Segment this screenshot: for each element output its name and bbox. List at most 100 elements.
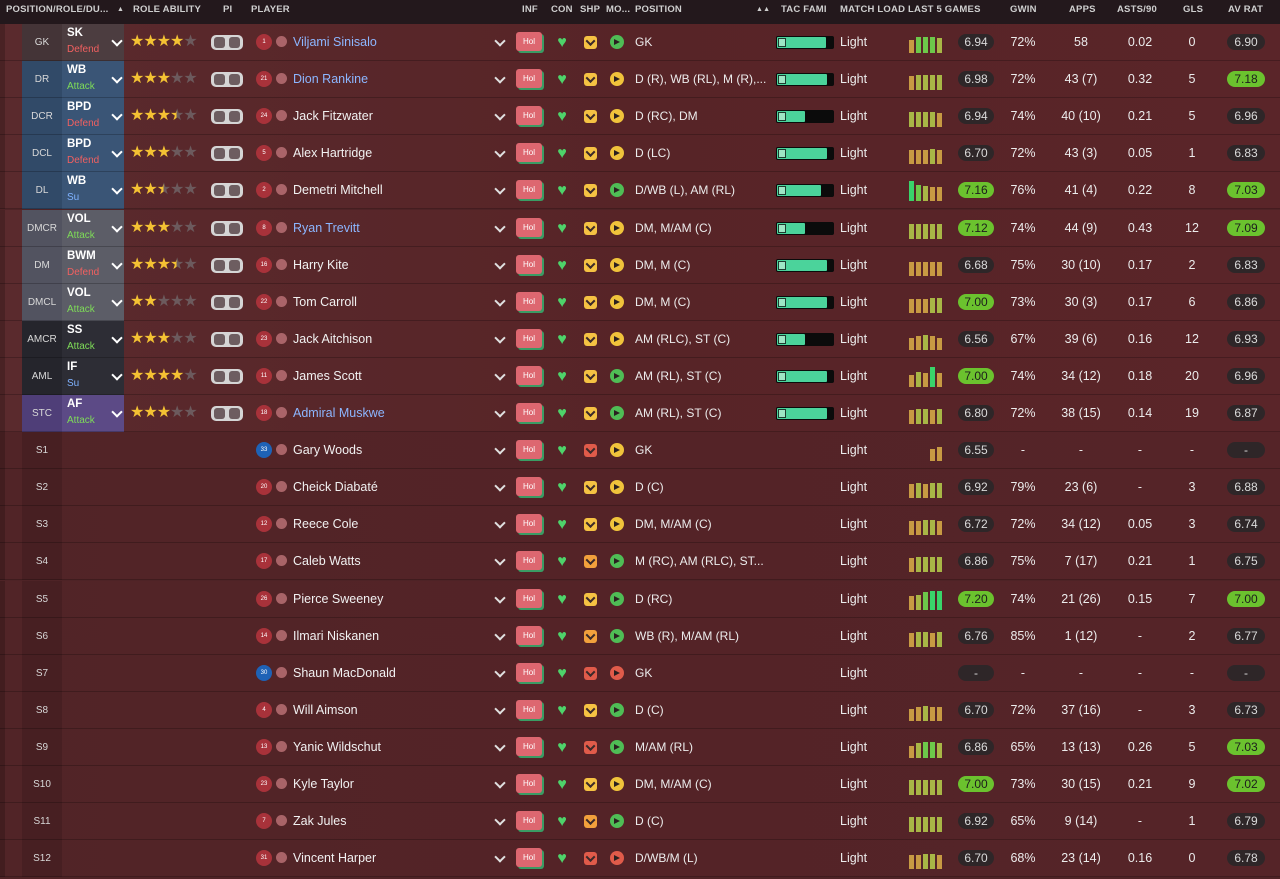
player-instructions-button[interactable] bbox=[211, 183, 243, 198]
player-name-link[interactable]: Caleb Watts bbox=[293, 554, 361, 568]
col-shp[interactable]: SHP bbox=[580, 0, 600, 24]
player-instructions-button[interactable] bbox=[211, 221, 243, 236]
influence-badge[interactable]: Hol bbox=[516, 774, 542, 793]
table-row[interactable]: DL WB Su ★★★★★ 2 Demetri Mitchell Hol ♥ D/WB (L)… bbox=[0, 172, 1280, 209]
position-cell[interactable]: S4 bbox=[22, 543, 62, 580]
player-name-link[interactable]: Tom Carroll bbox=[293, 295, 357, 309]
col-match-load[interactable]: MATCH LOAD bbox=[840, 0, 905, 24]
player-name-link[interactable]: Yanic Wildschut bbox=[293, 740, 381, 754]
col-player[interactable]: PLAYER bbox=[251, 0, 290, 24]
chevron-down-icon[interactable] bbox=[494, 35, 506, 47]
chevron-down-icon[interactable] bbox=[111, 258, 123, 270]
col-gls[interactable]: GLS bbox=[1183, 0, 1203, 24]
chevron-down-icon[interactable] bbox=[494, 592, 506, 604]
player-name-link[interactable]: Kyle Taylor bbox=[293, 777, 354, 791]
chevron-down-icon[interactable] bbox=[494, 480, 506, 492]
position-cell[interactable]: DMCL bbox=[22, 284, 62, 321]
influence-badge[interactable]: Hol bbox=[516, 32, 542, 51]
col-gwin[interactable]: GWIN bbox=[1010, 0, 1037, 24]
col-position[interactable]: POSITION bbox=[635, 0, 682, 24]
chevron-down-icon[interactable] bbox=[494, 72, 506, 84]
table-row[interactable]: AMCR SS Attack ★★★★★ 23 Jack Aitchison Hol ♥ AM … bbox=[0, 321, 1280, 358]
position-cell[interactable]: GK bbox=[22, 24, 62, 61]
col-inf[interactable]: INF bbox=[522, 0, 538, 24]
table-row[interactable]: S4 17 Caleb Watts Hol ♥ M (RC), AM (RLC), ST.… bbox=[0, 543, 1280, 580]
chevron-down-icon[interactable] bbox=[494, 146, 506, 158]
table-row[interactable]: S9 13 Yanic Wildschut Hol ♥ M/AM (RL) Light 6.8… bbox=[0, 729, 1280, 766]
player-instructions-button[interactable] bbox=[211, 35, 243, 50]
chevron-down-icon[interactable] bbox=[111, 369, 123, 381]
role-duty-selector[interactable]: VOL Attack bbox=[62, 210, 124, 247]
table-row[interactable]: DM BWM Defend ★★★★★ 16 Harry Kite Hol ♥ DM, M (C… bbox=[0, 247, 1280, 284]
influence-badge[interactable]: Hol bbox=[516, 477, 542, 496]
chevron-down-icon[interactable] bbox=[494, 777, 506, 789]
position-cell[interactable]: S11 bbox=[22, 803, 62, 840]
chevron-down-icon[interactable] bbox=[494, 443, 506, 455]
table-row[interactable]: S1 33 Gary Woods Hol ♥ GK Light 6.55 - - - - - bbox=[0, 432, 1280, 469]
player-instructions-button[interactable] bbox=[211, 332, 243, 347]
influence-badge[interactable]: Hol bbox=[516, 403, 542, 422]
influence-badge[interactable]: Hol bbox=[516, 255, 542, 274]
position-cell[interactable]: S10 bbox=[22, 766, 62, 803]
table-row[interactable]: STC AF Attack ★★★★★ 18 Admiral Muskwe Hol ♥ AM (… bbox=[0, 395, 1280, 432]
position-cell[interactable]: STC bbox=[22, 395, 62, 432]
chevron-down-icon[interactable] bbox=[111, 406, 123, 418]
player-name-link[interactable]: Ryan Trevitt bbox=[293, 221, 360, 235]
player-name-link[interactable]: Harry Kite bbox=[293, 258, 349, 272]
chevron-down-icon[interactable] bbox=[494, 258, 506, 270]
chevron-down-icon[interactable] bbox=[111, 35, 123, 47]
chevron-down-icon[interactable] bbox=[494, 740, 506, 752]
table-row[interactable]: S3 12 Reece Cole Hol ♥ DM, M/AM (C) Light 6.72 7… bbox=[0, 506, 1280, 543]
role-duty-selector[interactable]: WB Attack bbox=[62, 61, 124, 98]
player-name-link[interactable]: Alex Hartridge bbox=[293, 146, 372, 160]
role-duty-selector[interactable]: WB Su bbox=[62, 172, 124, 209]
chevron-down-icon[interactable] bbox=[111, 109, 123, 121]
position-cell[interactable]: S12 bbox=[22, 840, 62, 877]
position-cell[interactable]: S3 bbox=[22, 506, 62, 543]
player-name-link[interactable]: Jack Aitchison bbox=[293, 332, 372, 346]
table-row[interactable]: S5 26 Pierce Sweeney Hol ♥ D (RC) Light 7.20 74%… bbox=[0, 581, 1280, 618]
player-instructions-button[interactable] bbox=[211, 109, 243, 124]
player-instructions-button[interactable] bbox=[211, 258, 243, 273]
player-name-link[interactable]: Gary Woods bbox=[293, 443, 362, 457]
position-cell[interactable]: S6 bbox=[22, 618, 62, 655]
role-duty-selector[interactable]: BPD Defend bbox=[62, 135, 124, 172]
influence-badge[interactable]: Hol bbox=[516, 514, 542, 533]
player-name-link[interactable]: Jack Fitzwater bbox=[293, 109, 373, 123]
influence-badge[interactable]: Hol bbox=[516, 551, 542, 570]
col-apps[interactable]: APPS bbox=[1069, 0, 1096, 24]
col-role-ability[interactable]: ROLE ABILITY bbox=[133, 0, 201, 24]
table-row[interactable]: S8 4 Will Aimson Hol ♥ D (C) Light 6.70 72% 37 (1… bbox=[0, 692, 1280, 729]
table-row[interactable]: S11 7 Zak Jules Hol ♥ D (C) Light 6.92 65% 9 (14)… bbox=[0, 803, 1280, 840]
influence-badge[interactable]: Hol bbox=[516, 700, 542, 719]
position-cell[interactable]: AML bbox=[22, 358, 62, 395]
player-name-link[interactable]: Shaun MacDonald bbox=[293, 666, 396, 680]
table-row[interactable]: AML IF Su ★★★★★ 11 James Scott Hol ♥ AM (RL), ST… bbox=[0, 358, 1280, 395]
chevron-down-icon[interactable] bbox=[494, 332, 506, 344]
position-cell[interactable]: DM bbox=[22, 247, 62, 284]
table-row[interactable]: DMCR VOL Attack ★★★★★ 8 Ryan Trevitt Hol ♥ DM, M… bbox=[0, 210, 1280, 247]
player-name-link[interactable]: James Scott bbox=[293, 369, 362, 383]
chevron-down-icon[interactable] bbox=[494, 554, 506, 566]
chevron-down-icon[interactable] bbox=[111, 221, 123, 233]
col-asts-90[interactable]: ASTS/90 bbox=[1117, 0, 1157, 24]
player-name-link[interactable]: Vincent Harper bbox=[293, 851, 376, 865]
table-row[interactable]: S7 30 Shaun MacDonald Hol ♥ GK Light - - - - - - bbox=[0, 655, 1280, 692]
influence-badge[interactable]: Hol bbox=[516, 180, 542, 199]
player-instructions-button[interactable] bbox=[211, 369, 243, 384]
influence-badge[interactable]: Hol bbox=[516, 737, 542, 756]
influence-badge[interactable]: Hol bbox=[516, 589, 542, 608]
chevron-down-icon[interactable] bbox=[111, 146, 123, 158]
position-cell[interactable]: DCL bbox=[22, 135, 62, 172]
chevron-down-icon[interactable] bbox=[494, 703, 506, 715]
position-cell[interactable]: DR bbox=[22, 61, 62, 98]
sort-double-up-icon[interactable]: ▲▲ bbox=[756, 0, 770, 24]
chevron-down-icon[interactable] bbox=[111, 72, 123, 84]
influence-badge[interactable]: Hol bbox=[516, 218, 542, 237]
table-row[interactable]: DMCL VOL Attack ★★★★★ 22 Tom Carroll Hol ♥ DM, M… bbox=[0, 284, 1280, 321]
influence-badge[interactable]: Hol bbox=[516, 69, 542, 88]
position-cell[interactable]: DMCR bbox=[22, 210, 62, 247]
role-duty-selector[interactable]: IF Su bbox=[62, 358, 124, 395]
chevron-down-icon[interactable] bbox=[111, 295, 123, 307]
col-position-role-duty[interactable]: POSITION/ROLE/DU... bbox=[6, 0, 109, 24]
